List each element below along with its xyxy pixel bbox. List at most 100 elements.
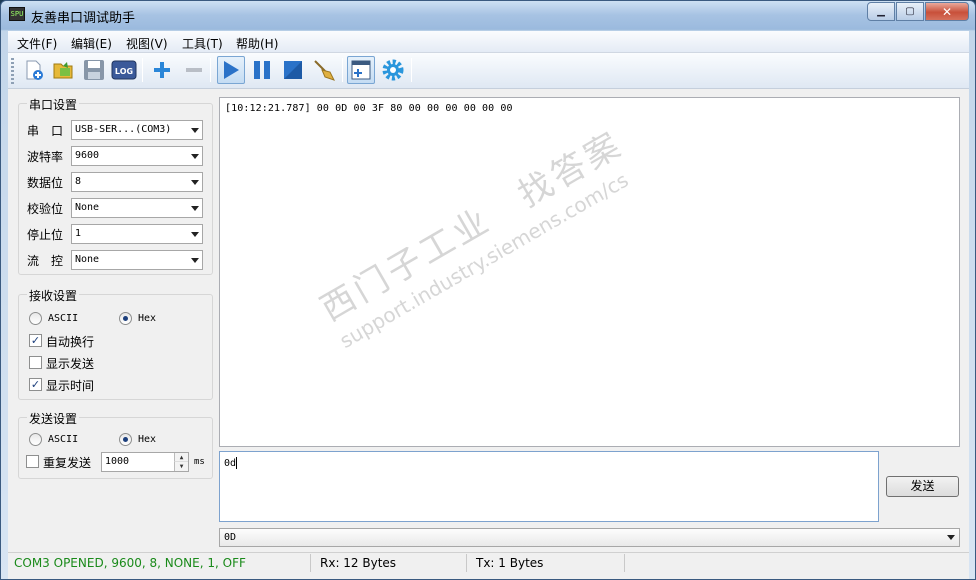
show-send-checkbox[interactable]	[29, 356, 42, 369]
status-separator	[624, 554, 625, 572]
remove-icon	[186, 68, 202, 72]
flow-select[interactable]: None	[71, 250, 203, 270]
clear-button[interactable]	[310, 56, 338, 84]
receive-hex-label: Hex	[138, 313, 157, 324]
chevron-down-icon	[191, 128, 199, 133]
pause-button[interactable]	[248, 56, 276, 84]
log-button[interactable]: LOG	[110, 56, 138, 84]
baud-select[interactable]: 9600	[71, 146, 203, 166]
maximize-button[interactable]: ▢	[896, 2, 924, 21]
repeat-send-label: 重复发送	[43, 456, 92, 470]
repeat-send-checkbox[interactable]	[26, 455, 39, 468]
port-value: USB-SER...(COM3)	[75, 124, 172, 135]
toolbar-separator	[210, 58, 211, 82]
rx-count: Rx: 12 Bytes	[320, 556, 397, 570]
port-status: COM3 OPENED, 9600, 8, NONE, 1, OFF	[14, 556, 246, 570]
chevron-down-icon	[191, 258, 199, 263]
menu-tools[interactable]: 工具(T)	[182, 35, 223, 52]
watermark: 西门子工业 找答案 support.industry.siemens.com/c…	[310, 117, 644, 353]
watermark-cn: 西门子工业 找答案	[314, 123, 631, 330]
clear-broom-icon	[314, 60, 335, 81]
new-file-button[interactable]	[20, 56, 48, 84]
settings-button[interactable]	[379, 56, 407, 84]
send-ascii-radio[interactable]	[29, 433, 42, 446]
toolbar: LOG	[8, 53, 969, 89]
window-title: 友善串口调试助手	[31, 11, 136, 26]
stop-button[interactable]	[279, 56, 307, 84]
add-window-button[interactable]	[347, 56, 375, 84]
flow-value: None	[75, 254, 100, 265]
databits-select[interactable]: 8	[71, 172, 203, 192]
chevron-down-icon	[191, 232, 199, 237]
toolbar-grip[interactable]	[11, 58, 14, 84]
stopbits-select[interactable]: 1	[71, 224, 203, 244]
show-time-label: 显示时间	[46, 379, 95, 393]
menu-edit[interactable]: 编辑(E)	[71, 35, 112, 52]
spin-down-icon[interactable]: ▼	[174, 462, 188, 471]
menu-help[interactable]: 帮助(H)	[236, 35, 278, 52]
settings-gear-icon	[382, 59, 404, 81]
parity-label: 校验位	[27, 202, 64, 216]
minimize-button[interactable]: ▁	[867, 2, 895, 21]
flow-label: 流 控	[27, 254, 64, 268]
add-button[interactable]	[148, 56, 176, 84]
log-icon: LOG	[111, 60, 137, 80]
databits-label: 数据位	[27, 176, 64, 190]
stopbits-value: 1	[75, 228, 82, 239]
databits-value: 8	[75, 176, 82, 187]
send-textarea[interactable]: 0d	[219, 451, 879, 522]
chevron-down-icon	[947, 535, 955, 540]
receive-ascii-radio[interactable]	[29, 312, 42, 325]
title-bar[interactable]: SPU 友善串口调试助手 ▁ ▢ ✕	[1, 1, 975, 29]
send-ascii-label: ASCII	[48, 434, 79, 445]
status-separator	[310, 554, 311, 572]
send-hex-label: Hex	[138, 434, 157, 445]
remove-button[interactable]	[180, 56, 208, 84]
serial-settings-title: 串口设置	[27, 96, 80, 113]
status-separator	[466, 554, 467, 572]
log-label: LOG	[115, 67, 133, 76]
new-file-icon	[26, 60, 43, 80]
port-label: 串 口	[27, 124, 64, 138]
interval-spinbox[interactable]: 1000 ▲ ▼	[101, 452, 189, 472]
menu-file[interactable]: 文件(F)	[17, 35, 57, 52]
save-icon	[84, 60, 104, 80]
parity-value: None	[75, 202, 100, 213]
open-button[interactable]	[50, 56, 78, 84]
auto-newline-checkbox[interactable]: ✓	[29, 334, 42, 347]
send-settings-title: 发送设置	[27, 410, 80, 427]
tx-count: Tx: 1 Bytes	[476, 556, 544, 570]
receive-hex-radio[interactable]	[119, 312, 132, 325]
parity-select[interactable]: None	[71, 198, 203, 218]
spin-up-icon[interactable]: ▲	[174, 453, 188, 462]
history-value: 0D	[224, 532, 237, 543]
show-send-label: 显示发送	[46, 357, 95, 371]
maximize-icon: ▢	[905, 6, 915, 17]
receive-textarea[interactable]: [10:12:21.787] 00 0D 00 3F 80 00 00 00 0…	[219, 97, 960, 447]
add-icon	[154, 62, 170, 78]
save-button[interactable]	[80, 56, 108, 84]
app-icon: SPU	[9, 7, 25, 21]
status-bar: COM3 OPENED, 9600, 8, NONE, 1, OFF Rx: 1…	[8, 552, 969, 573]
minimize-icon: ▁	[877, 6, 885, 17]
interval-value: 1000	[105, 456, 130, 467]
port-select[interactable]: USB-SER...(COM3)	[71, 120, 203, 140]
menu-view[interactable]: 视图(V)	[126, 35, 168, 52]
stop-icon	[284, 61, 302, 79]
chevron-down-icon	[191, 206, 199, 211]
send-button[interactable]: 发送	[886, 476, 959, 497]
history-select[interactable]: 0D	[219, 528, 960, 547]
toolbar-separator	[142, 58, 143, 82]
open-folder-icon	[53, 62, 73, 79]
auto-newline-label: 自动换行	[46, 335, 95, 349]
close-button[interactable]: ✕	[925, 2, 969, 21]
show-time-checkbox[interactable]: ✓	[29, 378, 42, 391]
serial-settings-group: 串口设置 串 口 USB-SER...(COM3) 波特率 9600 数据位 8…	[18, 96, 213, 275]
send-settings-group: 发送设置 ASCII Hex 重复发送 1000 ▲ ▼ ms	[18, 410, 213, 479]
app-window: SPU 友善串口调试助手 ▁ ▢ ✕ 文件(F) 编辑(E) 视图(V) 工具(…	[0, 0, 976, 580]
receive-settings-title: 接收设置	[27, 287, 80, 304]
play-button[interactable]	[217, 56, 245, 84]
receive-line: [10:12:21.787] 00 0D 00 3F 80 00 00 00 0…	[225, 103, 513, 114]
client-area: 文件(F) 编辑(E) 视图(V) 工具(T) 帮助(H) LOG 串口设置 串…	[8, 31, 969, 579]
send-hex-radio[interactable]	[119, 433, 132, 446]
